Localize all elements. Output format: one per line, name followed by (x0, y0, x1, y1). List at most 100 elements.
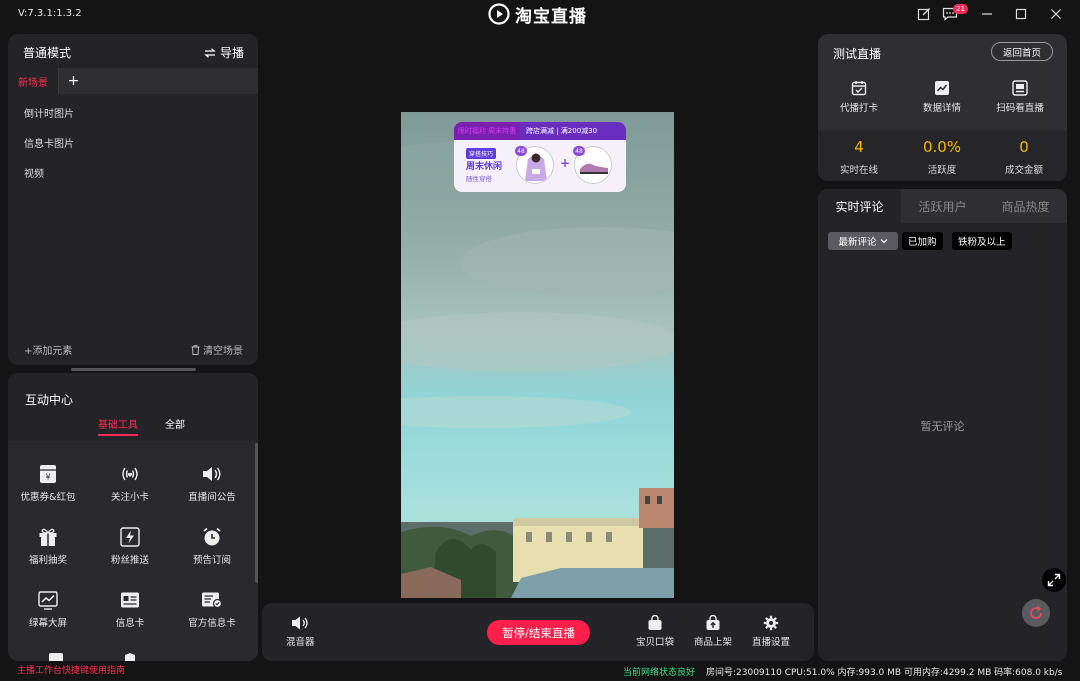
checkin-button[interactable]: 代播打卡 (819, 80, 899, 114)
comment-sort-select[interactable]: 最新评论 (828, 232, 898, 250)
network-status: 当前网络状态良好 (623, 668, 696, 678)
tab-all-tools[interactable]: 全部 (165, 416, 185, 431)
stat-value: 0.0% (922, 138, 962, 156)
interaction-title: 互动中心 (25, 393, 74, 407)
close-icon[interactable] (1047, 5, 1065, 23)
minimize-icon[interactable] (978, 5, 996, 23)
tool-fan-push[interactable]: 粉丝推送 (90, 526, 170, 566)
clear-scene-button[interactable]: 清空场景 (191, 342, 243, 357)
comments-panel: 实时评论 活跃用户 商品热度 最新评论 已加购 铁粉及以上 暂无评论 (818, 189, 1067, 661)
promo-title: 周末休闲 (466, 162, 503, 172)
tool-official-info-card[interactable]: 官方信息卡 (172, 589, 252, 629)
filter-purchased[interactable]: 已加购 (902, 232, 943, 250)
bag-icon (648, 615, 662, 630)
play-logo-icon (488, 3, 510, 25)
product-badge: 48 (515, 146, 527, 156)
stop-live-button[interactable]: 暂停/结束直播 (487, 620, 590, 645)
guide-button[interactable]: 导播 (204, 44, 244, 61)
add-scene-button[interactable]: + (58, 68, 88, 94)
tool-announcement[interactable]: 直播间公告 (172, 463, 252, 503)
tool-lottery[interactable]: 福利抽奖 (8, 526, 88, 566)
edit-icon[interactable] (915, 5, 933, 23)
tool-preview-subscribe[interactable]: 预告订阅 (172, 526, 252, 566)
live-title: 测试直播 (833, 47, 882, 61)
tab-active-users[interactable]: 活跃用户 (901, 189, 984, 223)
filter-fans[interactable]: 铁粉及以上 (952, 232, 1012, 250)
speaker-icon (201, 463, 223, 485)
live-settings-button[interactable]: 直播设置 (752, 615, 790, 648)
add-element-button[interactable]: +添加元素 (24, 342, 72, 357)
tool-label: 官方信息卡 (188, 618, 236, 629)
message-badge: 21 (953, 4, 968, 14)
product-shelf-button[interactable]: 商品上架 (694, 615, 732, 648)
promo-tag: 限时福利 周末特惠 (454, 122, 520, 140)
tab-product-heat[interactable]: 商品热度 (984, 189, 1067, 223)
data-detail-label: 数据详情 (922, 103, 961, 114)
title-bar: V:7.3.1:1.3.2 淘宝直播 21 (0, 0, 1080, 28)
app-version: V:7.3.1:1.3.2 (18, 8, 82, 19)
data-detail-button[interactable]: 数据详情 (902, 80, 982, 114)
back-home-button[interactable]: 返回首页 (991, 42, 1053, 61)
tab-basic-tools[interactable]: 基础工具 (98, 416, 138, 431)
stat-online: 4 实时在线 (819, 138, 899, 176)
element-item-countdown[interactable]: 倒计时图片 (24, 105, 74, 120)
stat-gmv: 0 成交金额 (984, 138, 1064, 176)
brand-name: 淘宝直播 (515, 6, 587, 27)
expand-icon[interactable] (1042, 568, 1066, 592)
panel-resize-handle[interactable] (71, 368, 196, 371)
qr-scan-icon (1012, 80, 1028, 96)
live-settings-label: 直播设置 (752, 637, 791, 648)
status-bar: 当前网络状态良好 房间号:23009110 CPU:51.0% 内存:993.0… (0, 663, 1080, 681)
live-info-panel: 测试直播 返回首页 代播打卡 数据详情 扫码看直播 4 实时在线 0.0% 活跃… (818, 34, 1067, 181)
more-tool-icon (48, 652, 64, 661)
maximize-icon[interactable] (1012, 5, 1030, 23)
promo-subtitle: 随性穿搭 (466, 175, 492, 183)
promo-cross-store: 跨店满减 | 满200减30 (526, 127, 598, 135)
tool-info-card[interactable]: 信息卡 (90, 589, 170, 629)
element-item-infocard[interactable]: 信息卡图片 (24, 135, 74, 150)
product-bag-label: 宝贝口袋 (636, 637, 675, 648)
calendar-check-icon (851, 81, 867, 96)
guide-label: 导播 (219, 46, 244, 60)
lightning-icon (119, 526, 141, 548)
tool-label: 优惠券&红包 (20, 492, 76, 503)
coupon-icon: ¥ (37, 463, 59, 485)
scan-to-watch-button[interactable]: 扫码看直播 (980, 80, 1060, 114)
live-control-bar: 混音器 暂停/结束直播 宝贝口袋 商品上架 直播设置 (262, 603, 814, 661)
tool-label: 绿幕大屏 (28, 618, 67, 629)
official-card-icon (201, 589, 223, 611)
tool-label: 预告订阅 (192, 555, 231, 566)
mixer-button[interactable]: 混音器 (286, 615, 315, 648)
gear-icon (763, 615, 779, 631)
tool-label: 粉丝推送 (110, 555, 149, 566)
comments-tabs: 实时评论 活跃用户 商品热度 (818, 189, 1067, 223)
live-preview: 限时福利 周末特惠 跨店满减 | 满200减30 穿搭技巧 周末休闲 随性穿搭 … (401, 112, 674, 598)
live-tools: 代播打卡 数据详情 扫码看直播 (818, 70, 1067, 130)
product-bag-button[interactable]: 宝贝口袋 (636, 615, 674, 648)
refresh-icon[interactable] (1022, 599, 1050, 627)
tool-coupon[interactable]: ¥ 优惠券&红包 (8, 463, 88, 503)
product-shelf-label: 商品上架 (694, 637, 733, 648)
tool-label: 关注小卡 (110, 492, 149, 503)
comment-sort-value: 最新评论 (838, 237, 877, 248)
stat-value: 4 (854, 138, 864, 156)
more-tool-icon (122, 652, 138, 661)
speaker-icon (292, 616, 308, 630)
system-info: 房间号:23009110 CPU:51.0% 内存:993.0 MB 可用内存:… (706, 668, 1063, 678)
trash-icon (191, 344, 200, 355)
tab-live-comments[interactable]: 实时评论 (818, 189, 901, 223)
checkin-label: 代播打卡 (839, 103, 878, 114)
tool-follow-card[interactable]: 关注小卡 (90, 463, 170, 503)
stat-value: 0 (1019, 138, 1029, 156)
tab-new-scene[interactable]: 新场景 (8, 68, 58, 94)
element-item-video[interactable]: 视频 (24, 165, 44, 180)
clear-scene-label: 清空场景 (203, 346, 243, 357)
mixer-label: 混音器 (286, 637, 315, 648)
brand-logo: 淘宝直播 (488, 3, 587, 27)
follow-signal-icon (119, 463, 141, 485)
tool-green-screen[interactable]: 绿幕大屏 (8, 589, 88, 629)
tool-label: 福利抽奖 (28, 555, 67, 566)
scan-to-watch-label: 扫码看直播 (996, 103, 1044, 114)
tool-scrollbar[interactable] (255, 443, 258, 583)
chart-screen-icon (37, 589, 59, 611)
